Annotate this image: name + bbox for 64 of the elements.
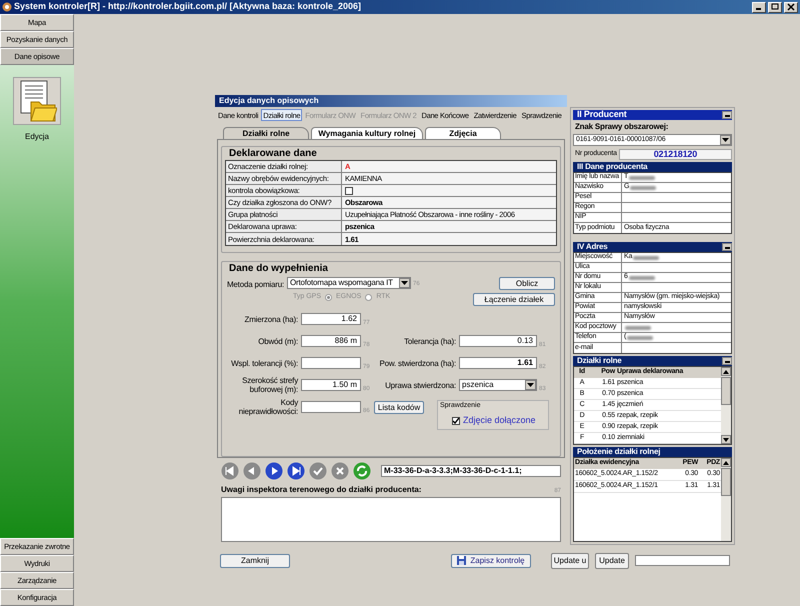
scroll-thumb[interactable] bbox=[721, 468, 731, 496]
minimize-icon[interactable] bbox=[722, 111, 732, 119]
input-field[interactable]: 886 m bbox=[301, 335, 361, 348]
input-field[interactable]: 1.62 bbox=[301, 313, 361, 326]
group-title: Dane do wypełnienia bbox=[228, 262, 329, 276]
case-label: Znak Sprawy obszarowej: bbox=[574, 121, 670, 133]
checkbox[interactable] bbox=[452, 416, 460, 424]
method-dropdown[interactable]: Ortofotomapa wspomagana IT bbox=[287, 277, 411, 290]
checkbox[interactable] bbox=[345, 186, 353, 195]
field-label: Uprawa stwierdzona: bbox=[384, 380, 457, 390]
restore-icon[interactable] bbox=[768, 2, 782, 12]
crop-dropdown[interactable]: pszenica bbox=[459, 379, 537, 392]
field-label: Tolerancja (ha): bbox=[403, 336, 457, 346]
field-label: Pow. stwierdzona (ha): bbox=[378, 358, 457, 368]
last-icon[interactable] bbox=[287, 462, 305, 480]
update-u-button[interactable]: Update u bbox=[551, 552, 589, 568]
tab[interactable]: Zdjęcia bbox=[425, 127, 501, 140]
input-field[interactable]: 1.50 m bbox=[301, 379, 361, 392]
field-label: Kody nieprawidłowości: bbox=[238, 398, 300, 416]
group-title: Deklarowane dane bbox=[228, 147, 318, 160]
close-button[interactable]: Zamknij bbox=[220, 554, 290, 568]
scroll-thumb[interactable] bbox=[721, 377, 731, 405]
input-field[interactable]: 1.61 bbox=[459, 357, 537, 370]
field-label: Zmierzona (ha): bbox=[244, 314, 299, 324]
checkbox-label[interactable]: Zdjęcie dołączone bbox=[463, 414, 536, 428]
minimize-icon[interactable] bbox=[722, 243, 732, 251]
field-label: Obwód (m): bbox=[257, 336, 299, 346]
minimize-icon[interactable] bbox=[722, 357, 732, 365]
section-header: Działki rolne bbox=[573, 356, 732, 366]
edit-label: Edycja bbox=[24, 131, 49, 143]
dialog-title: Edycja danych opisowych bbox=[215, 95, 567, 107]
edit-button[interactable] bbox=[13, 77, 61, 125]
input-field[interactable]: 0.13 bbox=[459, 335, 537, 348]
input-field[interactable] bbox=[301, 357, 361, 370]
window-title: System kontroler[R] - http://kontroler.bgiit.com.pl/ [Aktywna baza: kontrole_2006] bbox=[14, 0, 362, 14]
scrollbar[interactable] bbox=[721, 367, 731, 444]
section-header: IV Adres bbox=[573, 242, 732, 252]
action-button[interactable]: Oblicz bbox=[499, 277, 555, 290]
scroll-up-icon[interactable] bbox=[721, 367, 731, 376]
scrollbar[interactable] bbox=[721, 458, 731, 541]
section-header: Położenie działki rolnej bbox=[573, 447, 732, 457]
save-button[interactable]: Zapisz kontrolę bbox=[451, 554, 531, 568]
tab[interactable]: Wymagania kultury rolnej bbox=[311, 127, 423, 140]
scroll-up-icon[interactable] bbox=[721, 458, 731, 467]
input-field[interactable] bbox=[635, 555, 730, 566]
section-header: III Dane producenta bbox=[573, 162, 732, 172]
update-button[interactable]: Update bbox=[595, 552, 629, 568]
field-label: Wspl. tolerancji (%): bbox=[230, 358, 299, 368]
tab[interactable]: Działki rolne bbox=[223, 127, 309, 140]
refresh-icon[interactable] bbox=[353, 462, 371, 480]
codes-list-button[interactable]: Lista kodów bbox=[374, 400, 424, 414]
close-icon[interactable] bbox=[784, 2, 798, 12]
scroll-down-icon[interactable] bbox=[721, 435, 731, 444]
action-button[interactable]: Łączenie działek bbox=[473, 293, 555, 306]
next-icon[interactable] bbox=[265, 462, 283, 480]
producer-number-field: 021218120 bbox=[618, 149, 732, 160]
input-field[interactable] bbox=[301, 401, 361, 414]
field-label: Szerokość strefy buforowej (m): bbox=[241, 376, 300, 394]
section-header: II Producent bbox=[573, 110, 732, 120]
map-sheets-field[interactable]: M-33-36-D-a-3-3.3;M-33-36-D-c-1-1.1; bbox=[381, 465, 561, 478]
notes-textarea[interactable] bbox=[221, 497, 561, 542]
app-icon bbox=[2, 2, 12, 12]
notes-label: Uwagi inspektora terenowego do działki producenta: bbox=[221, 484, 422, 496]
field-label: Metoda pomiaru: bbox=[226, 279, 285, 292]
